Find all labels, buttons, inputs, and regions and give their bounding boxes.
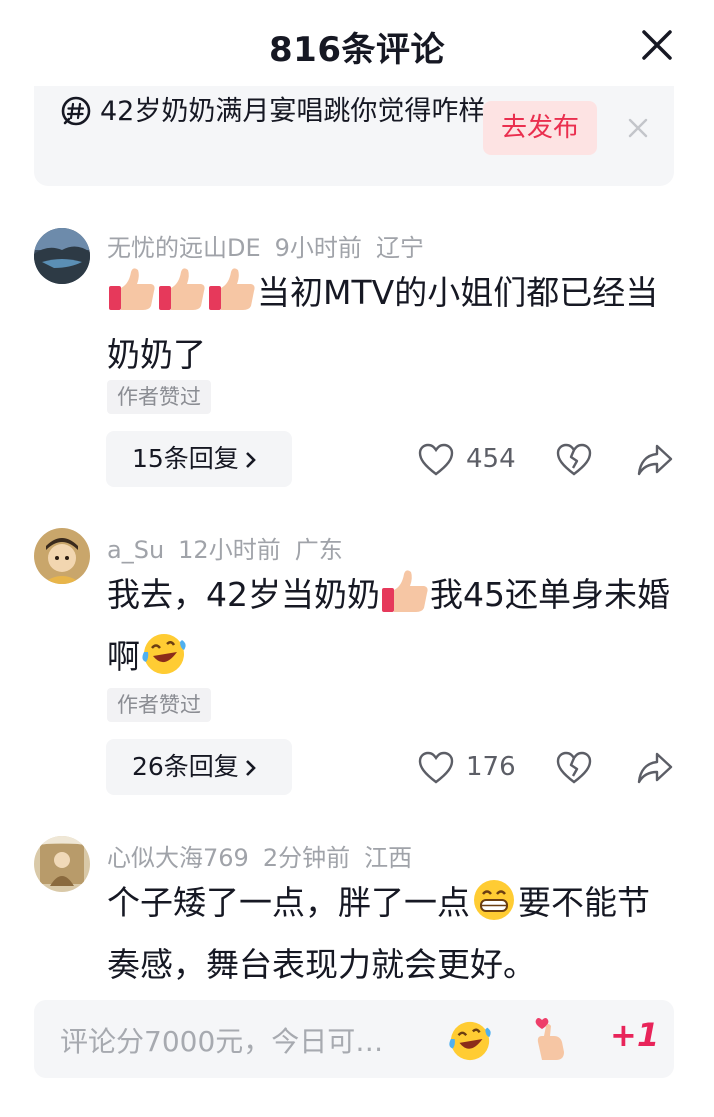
heart-icon[interactable] [418,751,454,785]
chevron-right-icon [245,741,257,797]
thumbs-up-icon [157,266,207,328]
comment-text-part: 个子矮了一点，胖了一点 [107,883,470,922]
thumbs-up-icon [207,266,257,328]
author-liked-badge: 作者赞过 [107,688,211,722]
dismiss-topic-icon[interactable] [624,114,652,142]
comment-text: 我去，42岁当奶奶 我45还单身未婚啊 [107,568,677,692]
publish-button[interactable]: 去发布 [483,101,597,155]
share-icon[interactable] [637,443,673,477]
broken-heart-icon[interactable] [556,443,592,477]
chevron-right-icon [245,433,257,489]
comment-time: 12小时前 [178,536,281,564]
username[interactable]: 无忧的远山DE [107,234,261,262]
close-icon[interactable] [634,22,680,68]
comment-text: 个子矮了一点，胖了一点 要不能节奏感，舞台表现力就会更好。 [107,876,677,992]
tears-of-joy-icon [140,630,188,692]
comment-location: 广东 [294,536,343,564]
view-replies-button[interactable]: 15条回复 [106,431,292,487]
comments-header: 816条评论 [0,0,714,86]
avatar[interactable] [34,528,90,584]
thumbs-up-icon [380,568,430,630]
comment-time: 9小时前 [274,234,362,262]
broken-heart-icon[interactable] [556,751,592,785]
plus-one-button[interactable]: +1 [610,1016,659,1054]
view-replies-button[interactable]: 26条回复 [106,739,292,795]
like-count: 176 [466,752,516,782]
like-count: 454 [466,444,516,474]
comment-time: 2分钟前 [262,844,351,872]
replies-label: 26条回复 [132,752,239,781]
comment-location: 辽宁 [375,234,424,262]
username[interactable]: 心似大海769 [107,844,249,872]
comment-meta: 心似大海769 2分钟前 江西 [107,838,426,873]
grinning-face-icon [470,876,518,938]
comment-location: 江西 [364,844,413,872]
comment-text: 当初MTV的小姐们都已经当奶奶了 [107,266,677,382]
comments-title: 816条评论 [269,30,445,70]
thumbs-up-icon [107,266,157,328]
avatar[interactable] [34,836,90,892]
topic-text: 42岁奶奶满月宴唱跳你觉得咋样 [100,96,486,127]
username[interactable]: a_Su [107,536,164,564]
share-icon[interactable] [637,751,673,785]
author-liked-badge: 作者赞过 [107,380,211,414]
comment-input[interactable]: 评论分7000元，今日可… [60,1020,383,1060]
avatar[interactable] [34,228,90,284]
comment-meta: a_Su 12小时前 广东 [107,530,357,565]
heart-hand-icon[interactable] [528,1016,574,1066]
comment-text-part: 我去，42岁当奶奶 [107,575,380,614]
comment-meta: 无忧的远山DE 9小时前 辽宁 [107,228,438,263]
replies-label: 15条回复 [132,444,239,473]
tears-of-joy-icon[interactable] [446,1018,494,1066]
topic-banner[interactable]: 42岁奶奶满月宴唱跳你觉得咋样 去发布 [34,86,674,186]
comment-composer[interactable]: 评论分7000元，今日可… +1 [34,1000,674,1078]
heart-icon[interactable] [418,443,454,477]
